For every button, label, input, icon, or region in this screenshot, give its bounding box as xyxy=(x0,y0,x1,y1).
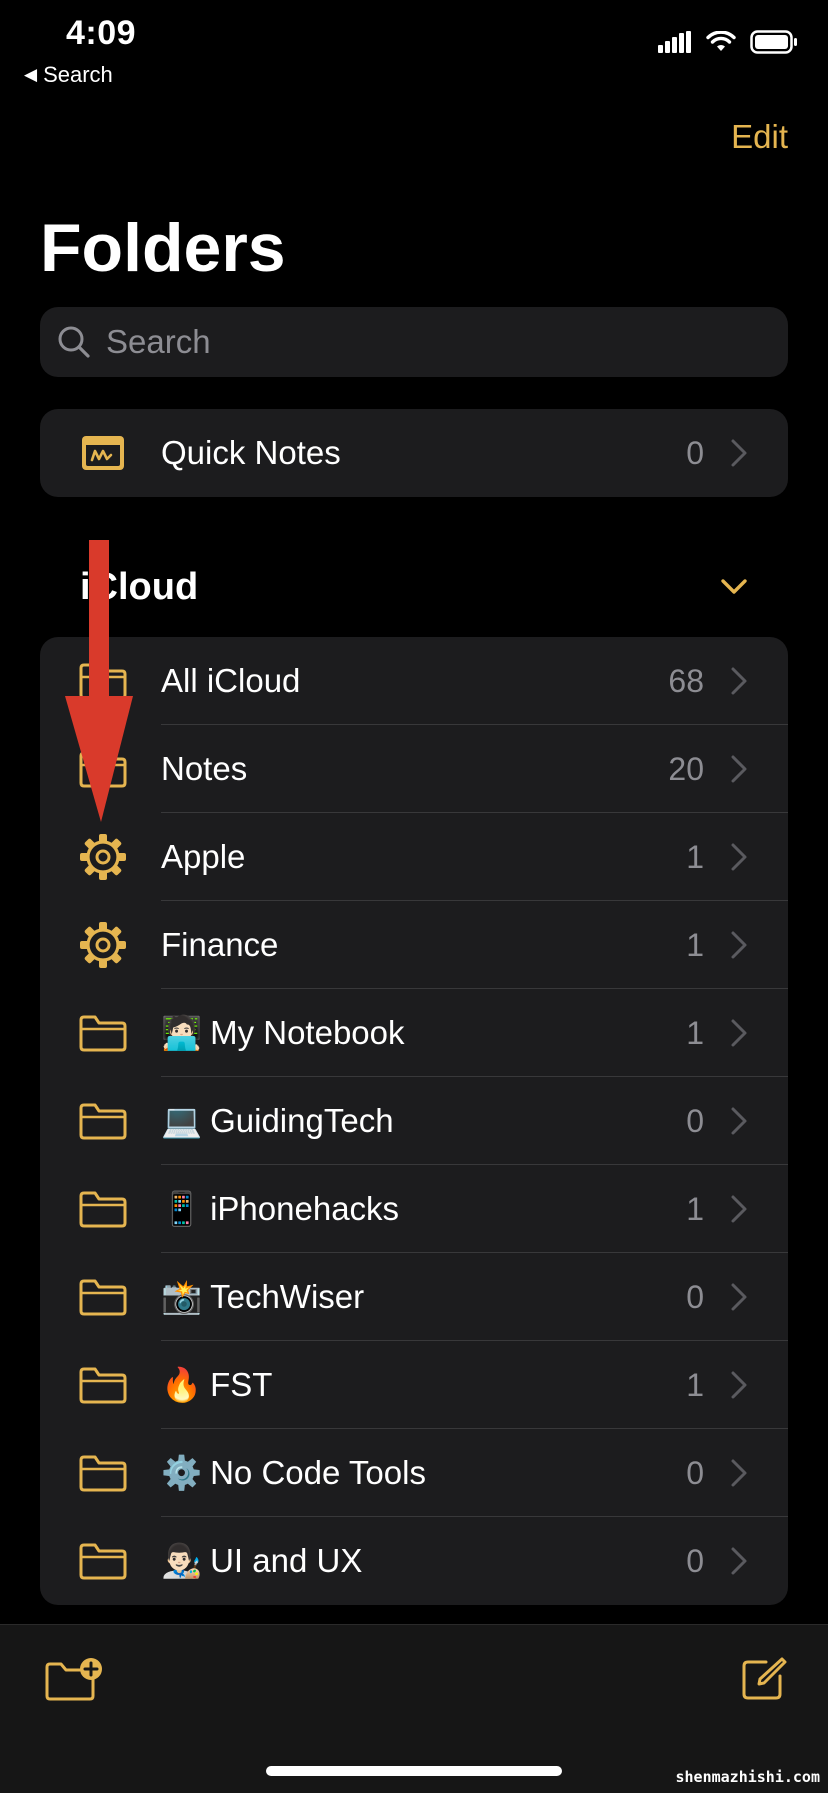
folder-count: 1 xyxy=(686,926,704,963)
red-arrow-annotation xyxy=(65,540,133,822)
search-placeholder: Search xyxy=(106,323,211,360)
quick-notes-row[interactable]: Quick Notes 0 xyxy=(40,409,788,497)
quick-note-icon xyxy=(78,428,128,478)
folder-count: 1 xyxy=(686,838,704,875)
folder-icon xyxy=(78,1184,128,1234)
folder-name: TechWiser xyxy=(210,1277,365,1315)
folder-icon xyxy=(78,1272,128,1322)
folder-count: 1 xyxy=(686,1014,704,1051)
watermark: shenmazhishi.com xyxy=(675,1768,821,1786)
chevron-down-icon[interactable] xyxy=(720,578,748,596)
folder-row[interactable]: 👨🏻‍🎨 UI and UX 0 xyxy=(40,1517,788,1605)
folder-label: Finance xyxy=(161,926,278,964)
folder-row[interactable]: Notes 20 xyxy=(40,725,788,813)
chevron-right-icon xyxy=(731,755,747,783)
folder-count: 0 xyxy=(686,1454,704,1491)
folder-label: 👨🏻‍🎨 UI and UX xyxy=(161,1542,362,1581)
home-indicator xyxy=(266,1766,562,1776)
back-label: Search xyxy=(43,62,113,87)
folder-row[interactable]: Finance 1 xyxy=(40,901,788,989)
folder-row[interactable]: ⚙️ No Code Tools 0 xyxy=(40,1429,788,1517)
folder-label: 🔥 FST xyxy=(161,1366,272,1405)
folder-icon xyxy=(78,1008,128,1058)
battery-icon xyxy=(750,30,797,54)
folder-label: Notes xyxy=(161,750,247,788)
status-time: 4:09 xyxy=(66,14,137,52)
folder-row[interactable]: 🧑🏻‍💻 My Notebook 1 xyxy=(40,989,788,1077)
folder-name: Finance xyxy=(161,926,279,963)
folder-label: Apple xyxy=(161,838,245,876)
folder-emoji: 👨🏻‍🎨 xyxy=(161,1541,203,1579)
folder-count: 0 xyxy=(686,1278,704,1315)
folder-emoji: 💻 xyxy=(161,1101,203,1139)
back-triangle-icon: ◀ xyxy=(24,65,38,84)
folder-label: All iCloud xyxy=(161,662,300,700)
new-folder-icon[interactable] xyxy=(44,1656,106,1702)
folder-count: 1 xyxy=(686,1366,704,1403)
folder-label: 📱 iPhonehacks xyxy=(161,1190,399,1229)
folder-emoji: 🧑🏻‍💻 xyxy=(161,1013,203,1051)
folder-icon xyxy=(78,1096,128,1146)
chevron-right-icon xyxy=(731,439,747,467)
folder-name: UI and UX xyxy=(210,1541,363,1579)
gear-icon xyxy=(78,920,128,970)
chevron-right-icon xyxy=(731,1371,747,1399)
folder-icon xyxy=(78,1360,128,1410)
folder-name: FST xyxy=(210,1365,273,1403)
folder-emoji: 📱 xyxy=(161,1189,203,1227)
quick-notes-card: Quick Notes 0 xyxy=(40,409,788,497)
folder-row[interactable]: All iCloud 68 xyxy=(40,637,788,725)
chevron-right-icon xyxy=(731,1107,747,1135)
folder-icon xyxy=(78,1536,128,1586)
chevron-right-icon xyxy=(731,1195,747,1223)
page-title: Folders xyxy=(40,210,286,286)
folder-row[interactable]: 💻 GuidingTech 0 xyxy=(40,1077,788,1165)
folder-name: No Code Tools xyxy=(210,1453,426,1491)
quick-notes-label: Quick Notes xyxy=(161,434,341,471)
chevron-right-icon xyxy=(731,667,747,695)
status-indicators xyxy=(658,30,798,54)
folder-emoji: 📸 xyxy=(161,1277,203,1315)
folder-name: Apple xyxy=(161,838,246,875)
chevron-right-icon xyxy=(731,1459,747,1487)
folder-name: My Notebook xyxy=(210,1013,405,1051)
chevron-right-icon xyxy=(731,843,747,871)
chevron-right-icon xyxy=(731,1547,747,1575)
quick-notes-count: 0 xyxy=(686,434,704,471)
folder-name: GuidingTech xyxy=(210,1101,394,1139)
folder-count: 1 xyxy=(686,1190,704,1227)
folder-label: 🧑🏻‍💻 My Notebook xyxy=(161,1014,405,1053)
folder-row[interactable]: 📸 TechWiser 0 xyxy=(40,1253,788,1341)
folder-count: 20 xyxy=(668,750,704,787)
search-input[interactable]: Search xyxy=(40,307,788,377)
folder-count: 68 xyxy=(668,662,704,699)
back-to-search-link[interactable]: ◀ Search xyxy=(24,62,113,88)
folder-row[interactable]: 📱 iPhonehacks 1 xyxy=(40,1165,788,1253)
edit-button[interactable]: Edit xyxy=(731,118,788,156)
folder-emoji: ⚙️ xyxy=(161,1453,203,1491)
folder-label: 📸 TechWiser xyxy=(161,1278,364,1317)
gear-icon xyxy=(78,832,128,882)
wifi-icon xyxy=(706,31,736,51)
search-icon xyxy=(58,326,90,358)
folder-row[interactable]: Apple 1 xyxy=(40,813,788,901)
folder-name: All iCloud xyxy=(161,662,301,699)
folder-name: iPhonehacks xyxy=(210,1189,400,1227)
folder-count: 0 xyxy=(686,1102,704,1139)
folder-name: Notes xyxy=(161,750,248,787)
folder-label: ⚙️ No Code Tools xyxy=(161,1454,426,1493)
chevron-right-icon xyxy=(731,1019,747,1047)
folder-row[interactable]: 🔥 FST 1 xyxy=(40,1341,788,1429)
icloud-folders-card: All iCloud 68 Notes 20 Apple 1 Finance 1 🧑🏻‍💻 My … xyxy=(40,637,788,1605)
folder-icon xyxy=(78,1448,128,1498)
chevron-right-icon xyxy=(731,931,747,959)
folder-emoji: 🔥 xyxy=(161,1365,203,1403)
folder-count: 0 xyxy=(686,1542,704,1579)
cellular-signal-icon xyxy=(658,31,691,53)
folder-label: 💻 GuidingTech xyxy=(161,1102,394,1141)
chevron-right-icon xyxy=(731,1283,747,1311)
compose-icon[interactable] xyxy=(740,1656,788,1702)
